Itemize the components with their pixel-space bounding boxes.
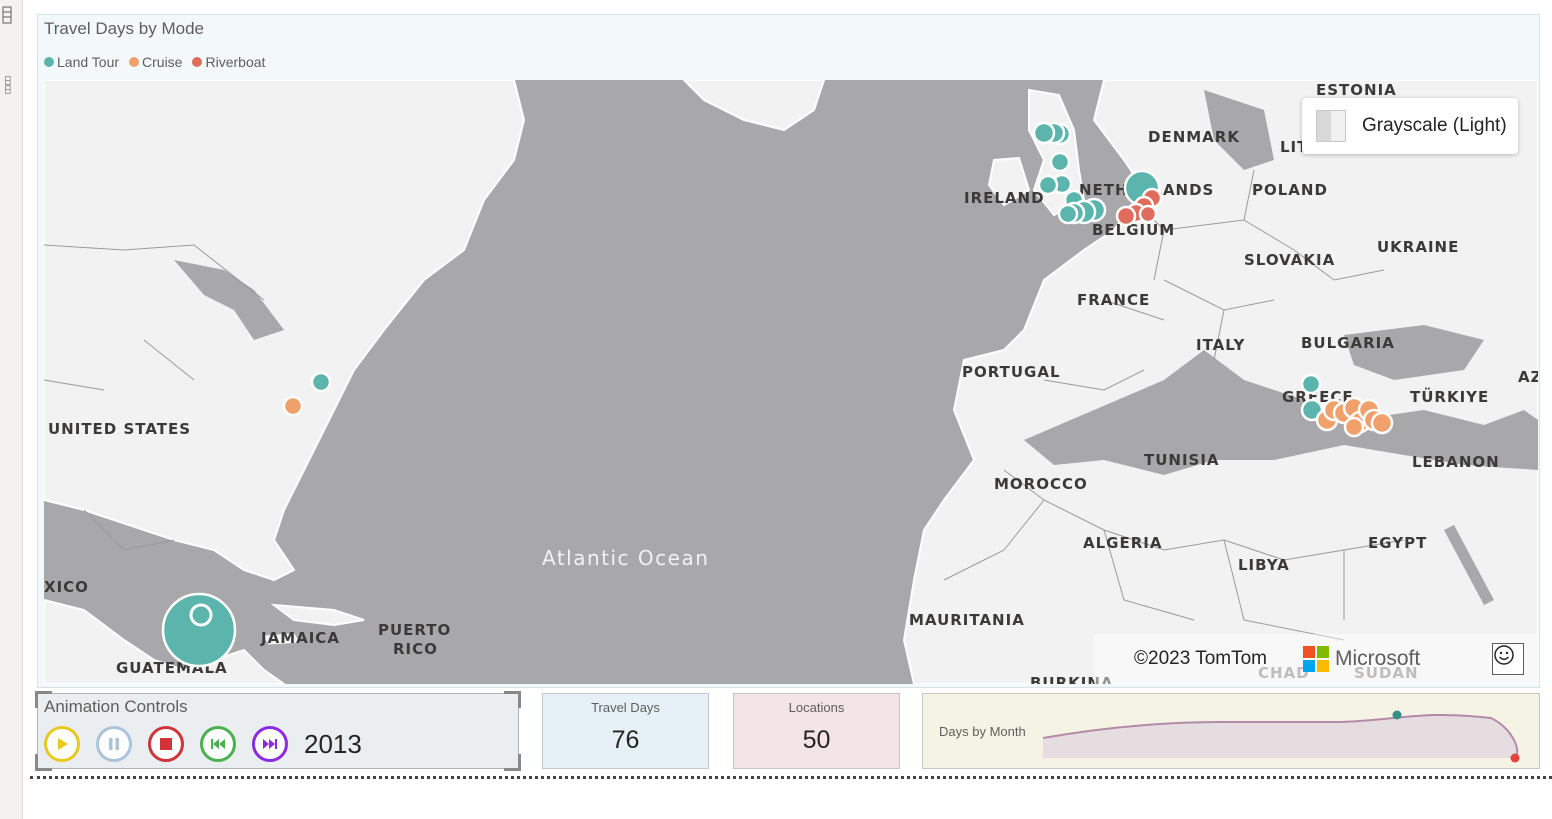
legend-label: Riverboat [205, 54, 266, 70]
land-greenland [682, 80, 826, 132]
label-tunisia: TUNISIA [1144, 451, 1220, 469]
visual-title: Travel Days by Mode [44, 19, 204, 38]
label-ukraine: UKRAINE [1377, 238, 1459, 256]
label-italy: ITALY [1196, 336, 1245, 354]
legend-label: Land Tour [57, 54, 120, 70]
label-denmark: DENMARK [1148, 128, 1240, 146]
legend-marker [44, 57, 54, 67]
map-style-thumbnail-icon [1316, 110, 1346, 142]
copyright-text: ©2023 TomTom [1134, 648, 1267, 669]
smiley-icon [1494, 645, 1514, 665]
sparkline-high-point [1392, 710, 1402, 720]
label-bulgaria: BULGARIA [1301, 334, 1395, 352]
label-turkiye: TÜRKIYE [1410, 387, 1489, 406]
skip-forward-icon [263, 739, 277, 749]
label-libya: LIBYA [1238, 556, 1290, 574]
label-poland: POLAND [1252, 181, 1328, 199]
label-ireland: IRELAND [964, 189, 1045, 207]
map-style-picker[interactable]: Grayscale (Light) [1302, 98, 1518, 154]
map-legend: Land Tour Cruise Riverboat [44, 54, 265, 70]
map-visual[interactable]: Travel Days by Mode Land Tour Cruise Riv… [37, 14, 1540, 688]
label-belgium: BELGIUM [1092, 221, 1175, 239]
feedback-button[interactable] [1492, 643, 1524, 675]
table-icon[interactable] [2, 6, 16, 24]
label-slovakia: SLOVAKIA [1244, 251, 1335, 269]
map-style-label: Grayscale (Light) [1362, 115, 1507, 136]
sparkline-chart [1042, 710, 1520, 763]
legend-item-riverboat[interactable]: Riverboat [192, 54, 265, 70]
label-xico: XICO [44, 578, 89, 596]
resize-handle[interactable] [504, 754, 521, 771]
map-canvas[interactable]: ESTONIA DENMARK LIT IRELAND NETHERLANDS … [44, 80, 1538, 684]
label-lebanon: LEBANON [1412, 453, 1500, 471]
model-icon[interactable] [2, 76, 16, 94]
sparkline-title: Days by Month [939, 724, 1026, 739]
legend-label: Cruise [142, 54, 183, 70]
label-algeria: ALGERIA [1083, 534, 1162, 552]
legend-item-cruise[interactable]: Cruise [129, 54, 182, 70]
label-france: FRANCE [1077, 291, 1150, 309]
stop-icon [160, 738, 172, 750]
animation-controls-title: Animation Controls [44, 697, 188, 716]
label-puerto: PUERTO [378, 621, 451, 639]
legend-marker [192, 57, 203, 67]
kpi-card-locations[interactable]: Locations 50 [733, 693, 900, 769]
land-caribbean [270, 603, 365, 627]
resize-handle[interactable] [35, 691, 52, 708]
label-rico: RICO [393, 640, 438, 658]
pause-button[interactable] [96, 726, 132, 762]
play-icon [58, 738, 68, 750]
kpi-card-travel-days[interactable]: Travel Days 76 [542, 693, 709, 769]
kpi-title: Travel Days [591, 700, 660, 715]
sparkline-card[interactable]: Days by Month [922, 693, 1540, 769]
pause-icon [109, 738, 119, 750]
page-divider [30, 776, 1552, 779]
forward-button[interactable] [252, 726, 288, 762]
label-united-states: UNITED STATES [48, 420, 191, 438]
kpi-title: Locations [788, 700, 845, 715]
kpi-value: 76 [611, 726, 640, 754]
label-egypt: EGYPT [1368, 534, 1427, 552]
label-morocco: MOROCCO [994, 475, 1088, 493]
label-estonia: ESTONIA [1316, 81, 1397, 99]
resize-handle[interactable] [35, 754, 52, 771]
label-portugal: PORTUGAL [962, 363, 1061, 381]
microsoft-logo-icon [1303, 646, 1329, 672]
legend-marker [129, 57, 140, 67]
rewind-button[interactable] [200, 726, 236, 762]
stop-button[interactable] [148, 726, 184, 762]
animation-controls-card[interactable]: Animation Controls 2013 [35, 691, 521, 771]
skip-back-icon [211, 739, 225, 749]
left-rail [0, 0, 23, 819]
label-mauritania: MAURITANIA [909, 611, 1025, 629]
legend-item-land-tour[interactable]: Land Tour [44, 54, 119, 70]
label-jamaica: JAMAICA [260, 629, 340, 647]
resize-handle[interactable] [504, 691, 521, 708]
label-ocean: Atlantic Ocean [542, 546, 709, 570]
map-attribution: ©2023 TomTom Microsoft [1094, 634, 1538, 684]
microsoft-brand-text: Microsoft [1335, 647, 1421, 670]
animation-year: 2013 [304, 729, 362, 759]
sparkline-low-point [1510, 753, 1520, 763]
label-az: AZ [1518, 368, 1538, 386]
kpi-value: 50 [802, 726, 831, 754]
map-svg: ESTONIA DENMARK LIT IRELAND NETHERLANDS … [44, 80, 1538, 684]
